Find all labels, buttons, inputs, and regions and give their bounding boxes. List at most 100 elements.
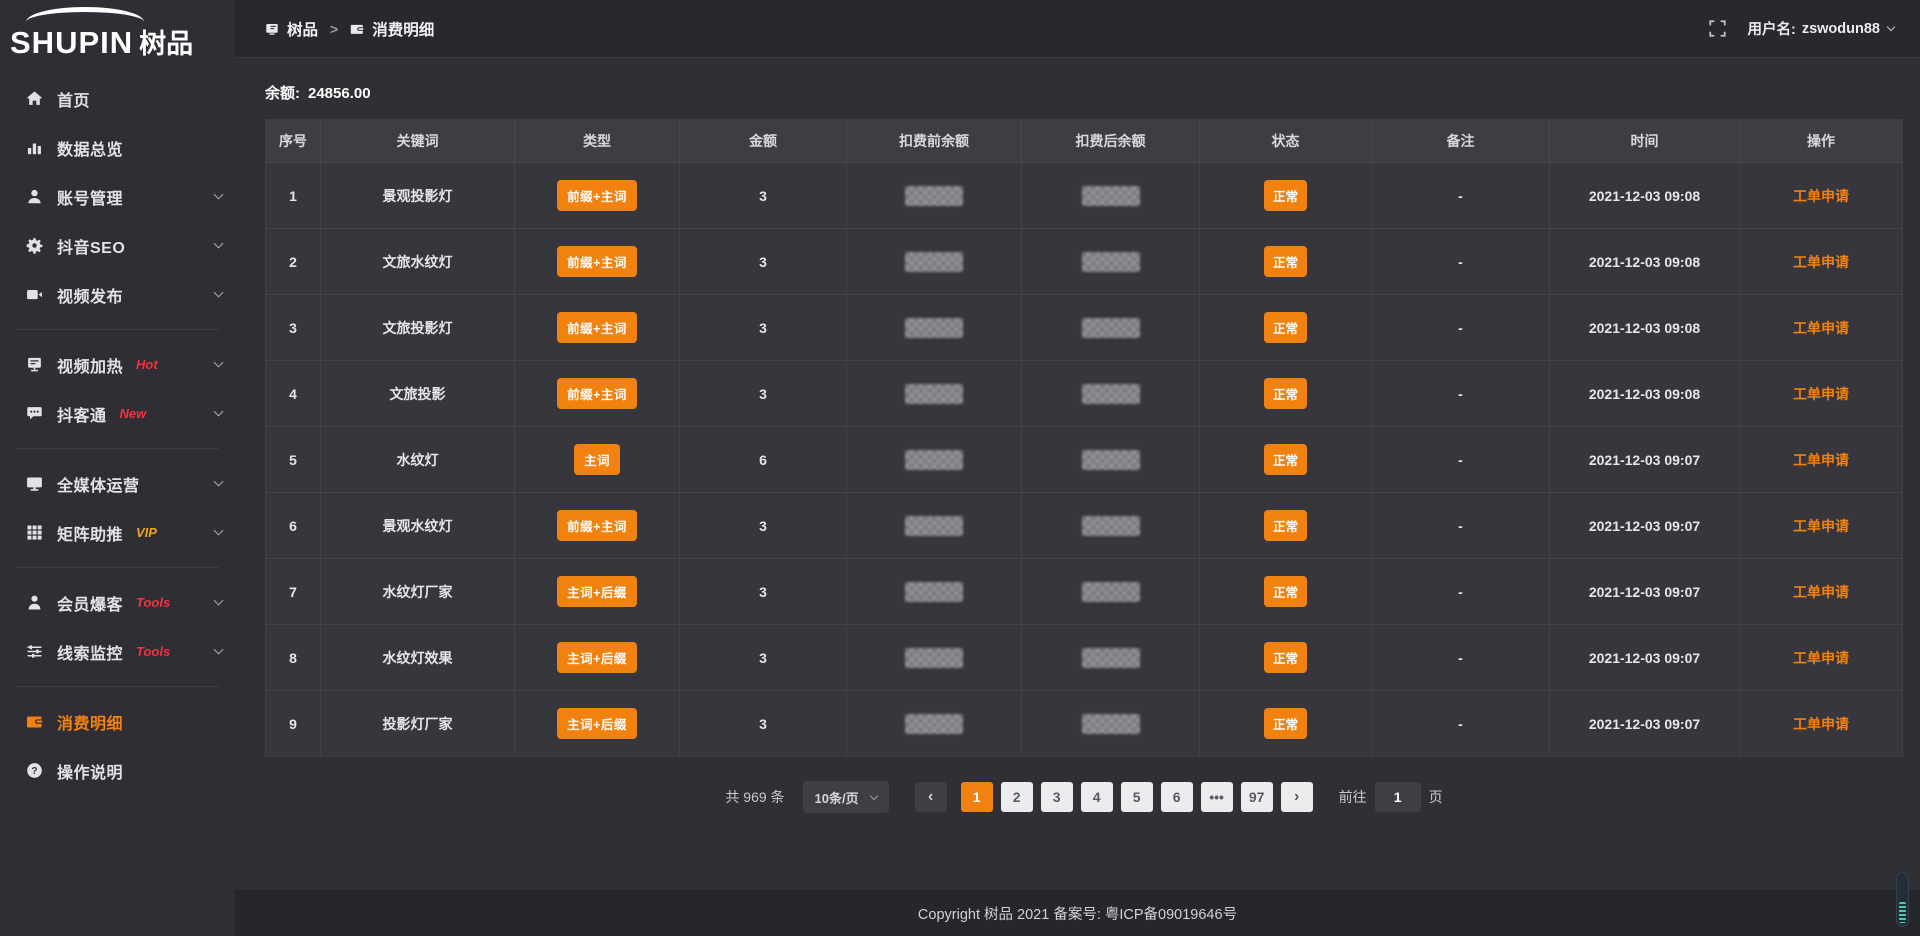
cell-remark: -	[1372, 691, 1550, 756]
redacted-balance-before	[905, 516, 963, 536]
cell-action: 工单申请	[1740, 361, 1902, 426]
cell-type: 主词+后缀	[515, 559, 680, 624]
type-badge: 主词	[574, 444, 620, 475]
cell-balance-before	[847, 691, 1022, 756]
cell-balance-after	[1022, 691, 1200, 756]
cell-action: 工单申请	[1740, 427, 1902, 492]
status-badge: 正常	[1264, 444, 1307, 475]
sidebar-item-label: 视频加热	[57, 353, 123, 377]
work-order-link[interactable]: 工单申请	[1793, 648, 1849, 668]
goto-page-input[interactable]	[1375, 782, 1421, 812]
sidebar-item-label: 线索监控	[57, 640, 123, 664]
page-button[interactable]: 97	[1241, 782, 1273, 812]
redacted-balance-before	[905, 450, 963, 470]
logo-text-cn: 树品	[139, 30, 193, 58]
redacted-balance-before	[905, 318, 963, 338]
table-row: 8 水纹灯效果 主词+后缀 3	[266, 624, 1902, 690]
cell-amount: 3	[680, 295, 847, 360]
sidebar-item-tag: New	[120, 406, 147, 421]
table-row: 3 文旅投影灯 前缀+主词 3	[266, 294, 1902, 360]
sidebar-item[interactable]: 首页	[0, 74, 235, 123]
page-button[interactable]: •••	[1201, 782, 1233, 812]
cell-time: 2021-12-03 09:08	[1550, 361, 1740, 426]
table-body: 1 景观投影灯 前缀+主词 3	[266, 162, 1902, 756]
sidebar-item-tag: Tools	[136, 644, 170, 659]
cell-balance-before	[847, 625, 1022, 690]
cell-keyword: 水纹灯	[321, 427, 515, 492]
work-order-link[interactable]: 工单申请	[1793, 318, 1849, 338]
cell-amount: 3	[680, 163, 847, 228]
redacted-balance-before	[905, 648, 963, 668]
cell-balance-before	[847, 493, 1022, 558]
cell-keyword: 景观水纹灯	[321, 493, 515, 558]
work-order-link[interactable]: 工单申请	[1793, 714, 1849, 734]
column-header: 金额	[680, 120, 847, 162]
chevron-down-icon	[214, 190, 224, 200]
logo-arc	[26, 7, 144, 22]
page-button[interactable]: 5	[1121, 782, 1153, 812]
cell-index: 1	[266, 163, 321, 228]
breadcrumb-item-current[interactable]: 消费明细	[350, 18, 434, 40]
screen-icon	[265, 22, 279, 36]
cell-balance-before	[847, 361, 1022, 426]
work-order-link[interactable]: 工单申请	[1793, 252, 1849, 272]
page-button[interactable]: 3	[1041, 782, 1073, 812]
cell-balance-before	[847, 427, 1022, 492]
breadcrumb-separator: >	[330, 21, 338, 37]
fullscreen-icon[interactable]	[1709, 20, 1726, 37]
cell-remark: -	[1372, 361, 1550, 426]
user-menu[interactable]: 用户名: zswodun88	[1748, 18, 1895, 39]
next-page-button[interactable]: ›	[1281, 782, 1313, 812]
redacted-balance-after	[1082, 318, 1140, 338]
page-size-select[interactable]: 10条/页	[803, 781, 889, 813]
status-badge: 正常	[1264, 510, 1307, 541]
cell-type: 前缀+主词	[515, 361, 680, 426]
cell-status: 正常	[1200, 229, 1372, 294]
redacted-balance-before	[905, 186, 963, 206]
work-order-link[interactable]: 工单申请	[1793, 516, 1849, 536]
sidebar-item-tag: Hot	[136, 357, 158, 372]
work-order-link[interactable]: 工单申请	[1793, 384, 1849, 404]
logo-text-en: SHUPIN	[10, 27, 133, 58]
sidebar-item[interactable]: 全媒体运营	[0, 459, 235, 508]
column-header: 扣费后余额	[1022, 120, 1200, 162]
sidebar-item[interactable]: 数据总览	[0, 123, 235, 172]
breadcrumb-item-home[interactable]: 树品	[265, 18, 318, 40]
sidebar-item[interactable]: 视频发布	[0, 270, 235, 319]
cell-status: 正常	[1200, 361, 1372, 426]
sidebar-item[interactable]: 账号管理	[0, 172, 235, 221]
work-order-link[interactable]: 工单申请	[1793, 450, 1849, 470]
floating-widget[interactable]	[1896, 872, 1909, 927]
chevron-down-icon	[214, 645, 224, 655]
status-badge: 正常	[1264, 246, 1307, 277]
work-order-link[interactable]: 工单申请	[1793, 582, 1849, 602]
page-button[interactable]: 1	[961, 782, 993, 812]
cell-balance-after	[1022, 163, 1200, 228]
sidebar-item[interactable]: 消费明细	[0, 697, 235, 746]
work-order-link[interactable]: 工单申请	[1793, 186, 1849, 206]
sidebar-item[interactable]: 矩阵助推 VIP	[0, 508, 235, 557]
cell-status: 正常	[1200, 493, 1372, 558]
type-badge: 前缀+主词	[557, 312, 637, 343]
sidebar-item[interactable]: 抖音SEO	[0, 221, 235, 270]
sidebar-item[interactable]: ? 操作说明	[0, 746, 235, 795]
sidebar-item[interactable]: 线索监控 Tools	[0, 627, 235, 676]
page-button[interactable]: 6	[1161, 782, 1193, 812]
svg-text:?: ?	[31, 766, 37, 777]
chevron-down-icon	[214, 596, 224, 606]
sidebar-item[interactable]: 会员爆客 Tools	[0, 578, 235, 627]
prev-page-button[interactable]: ‹	[915, 782, 947, 812]
cell-remark: -	[1372, 559, 1550, 624]
column-header: 时间	[1550, 120, 1740, 162]
sidebar-item[interactable]: 抖客通 New	[0, 389, 235, 438]
page-button[interactable]: 4	[1081, 782, 1113, 812]
column-header: 备注	[1372, 120, 1550, 162]
column-header: 类型	[515, 120, 680, 162]
cell-remark: -	[1372, 625, 1550, 690]
cell-type: 前缀+主词	[515, 163, 680, 228]
sidebar-item[interactable]: 视频加热 Hot	[0, 340, 235, 389]
username: zswodun88	[1802, 21, 1880, 37]
sidebar-item-label: 矩阵助推	[57, 521, 123, 545]
page-button[interactable]: 2	[1001, 782, 1033, 812]
question-icon: ?	[24, 762, 44, 780]
